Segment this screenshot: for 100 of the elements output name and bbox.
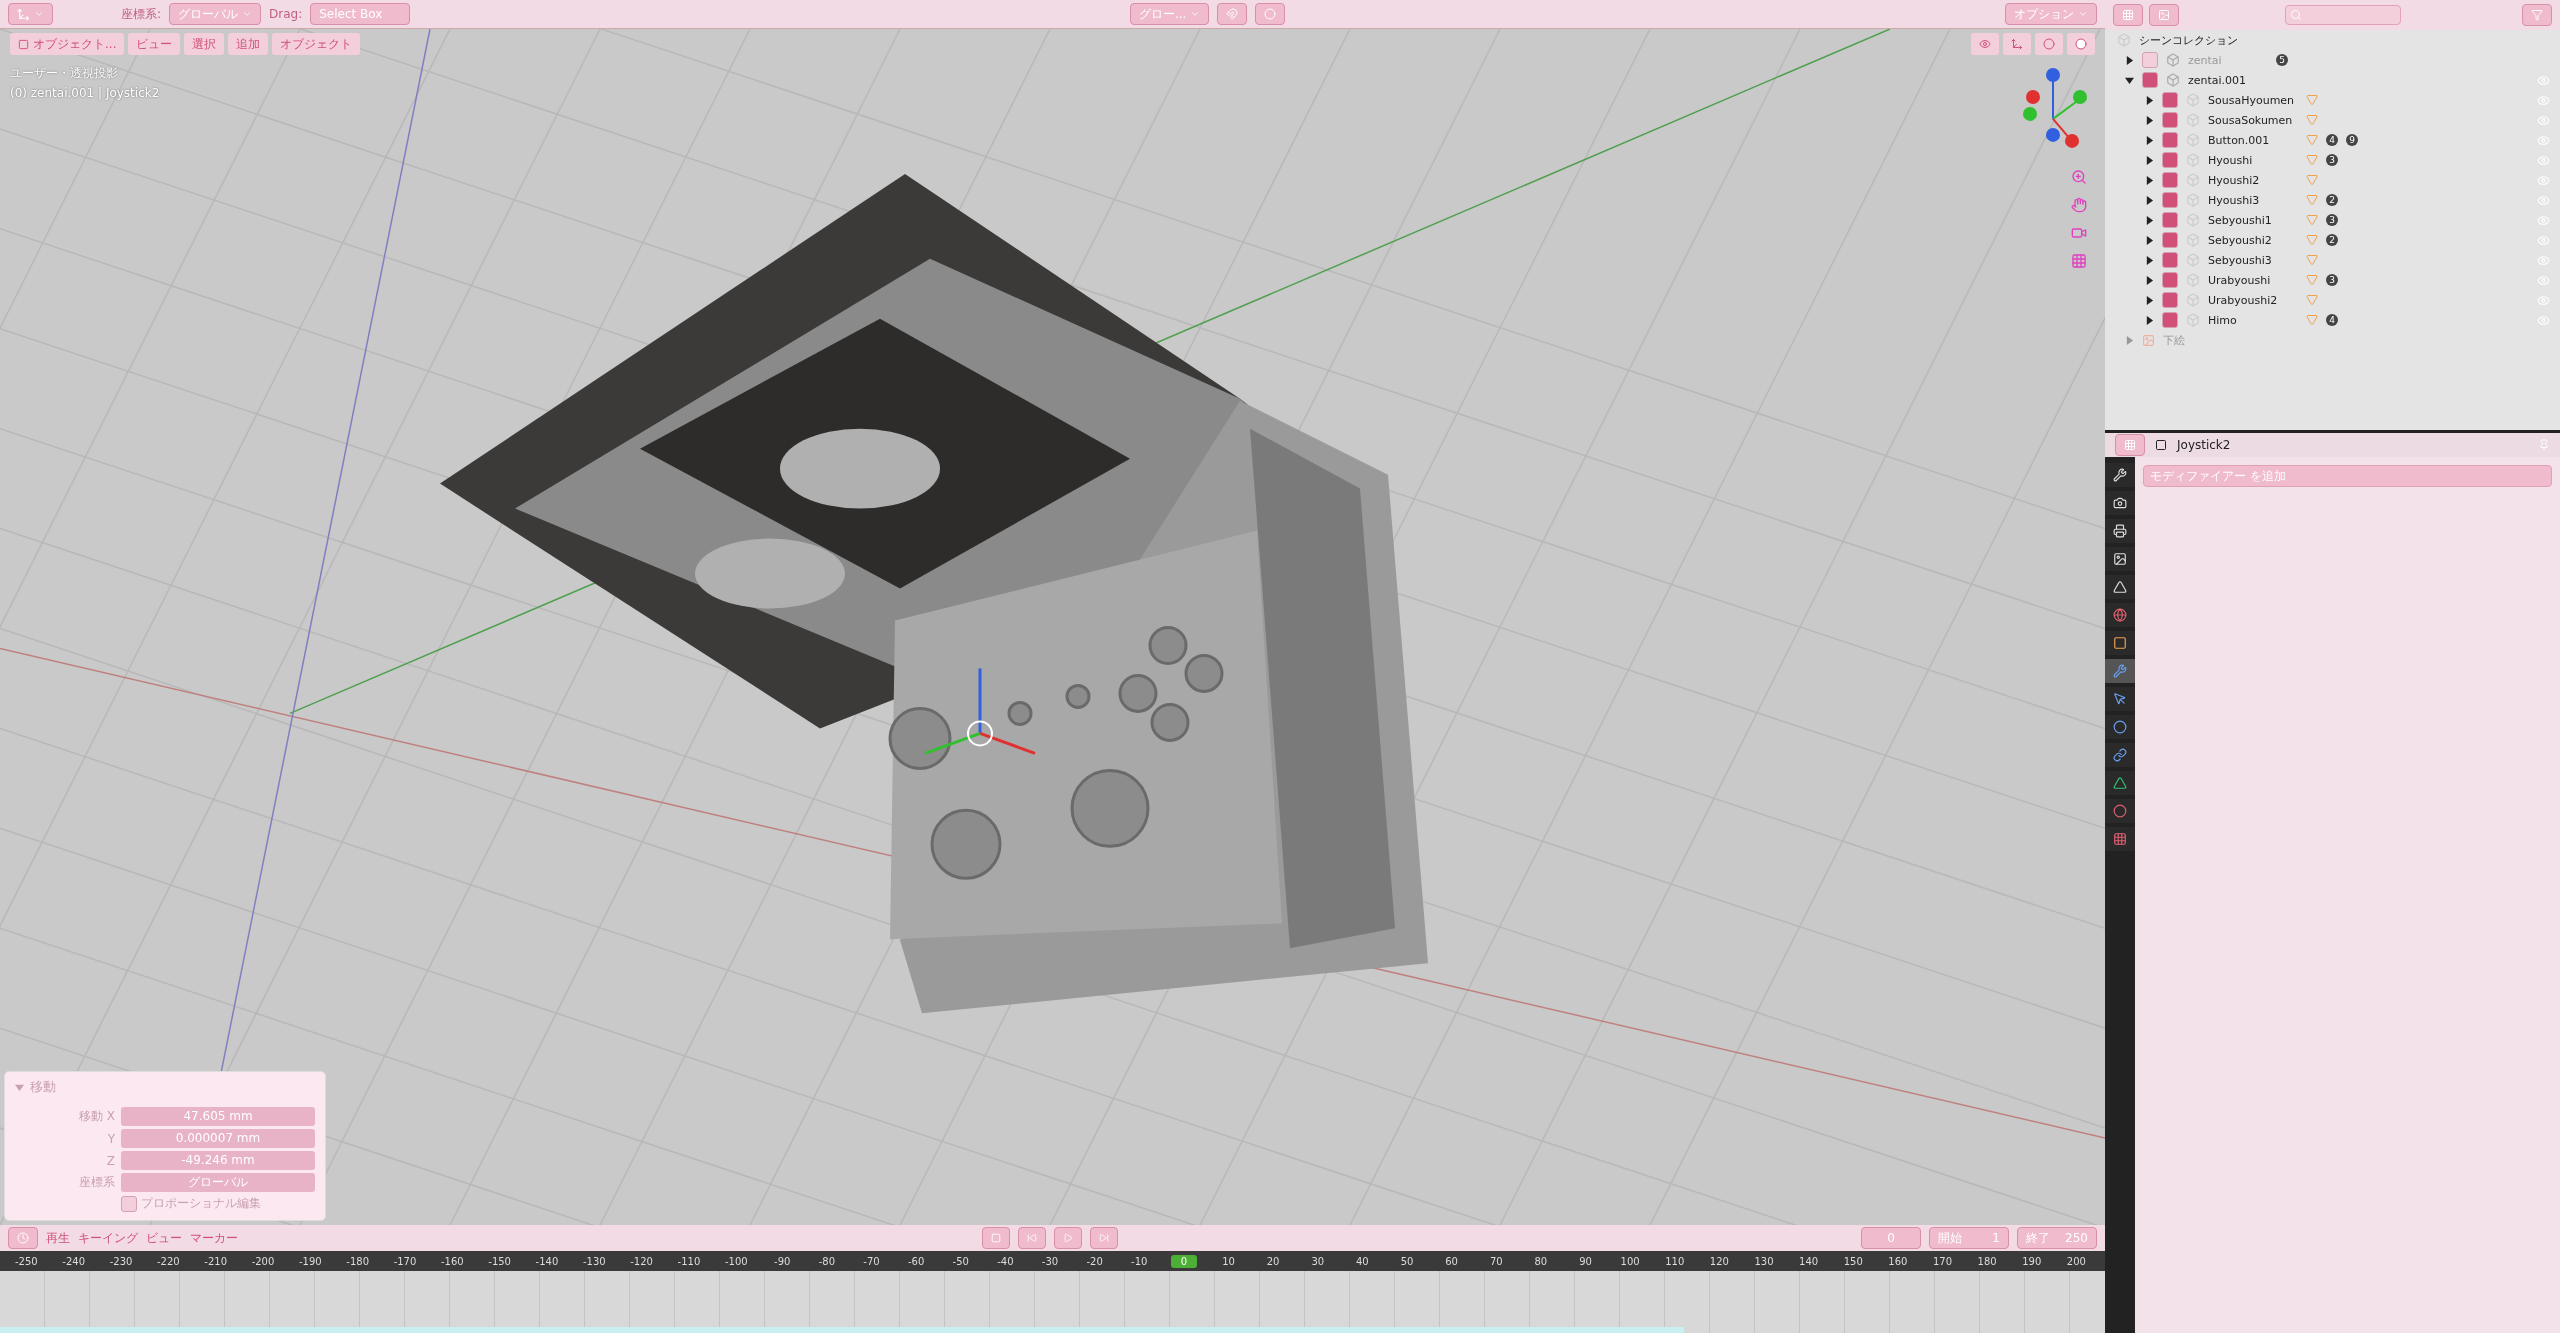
collection-name[interactable]: SousaHyoumen	[2208, 93, 2298, 107]
visibility-icon[interactable]	[2537, 313, 2550, 327]
visibility-icon[interactable]	[2537, 213, 2550, 227]
expand-arrow-icon[interactable]	[2125, 55, 2134, 65]
filter-mode-button[interactable]	[2149, 4, 2179, 26]
menu-item[interactable]: 追加	[228, 33, 269, 55]
collection-name[interactable]: Sebyoushi2	[2208, 233, 2298, 247]
view-layer-tab[interactable]	[2105, 547, 2135, 571]
visibility-icon[interactable]	[2537, 273, 2550, 287]
mode-dropdown[interactable]: オブジェクト...	[10, 33, 125, 55]
material-tab[interactable]	[2105, 799, 2135, 823]
menu-item[interactable]: オブジェクト	[272, 33, 361, 55]
data-tab[interactable]	[2105, 771, 2135, 795]
collection-checkbox[interactable]	[2162, 272, 2178, 288]
texture-tab[interactable]	[2105, 827, 2135, 851]
play-button[interactable]	[1053, 1227, 1082, 1249]
collection-name[interactable]: zentai.001	[2188, 73, 2268, 87]
shading-button[interactable]	[2067, 33, 2095, 55]
visibility-icon[interactable]	[2537, 113, 2550, 127]
collection-checkbox[interactable]	[2142, 52, 2158, 68]
collection-checkbox[interactable]	[2162, 292, 2178, 308]
editor-type-button[interactable]	[2115, 434, 2145, 456]
menu-item[interactable]: 再生	[46, 1229, 70, 1247]
menu-item[interactable]: ビュー	[146, 1229, 182, 1247]
grid-icon[interactable]	[2071, 253, 2087, 269]
collection-name[interactable]: zentai	[2188, 53, 2268, 67]
collapse-arrow-icon[interactable]	[2125, 75, 2134, 85]
visibility-icon[interactable]	[2537, 73, 2550, 87]
zoom-icon[interactable]	[2071, 169, 2087, 185]
menu-item[interactable]: ビュー	[128, 33, 181, 55]
visibility-icon[interactable]	[2537, 93, 2550, 107]
value-field[interactable]: -49.246 mm	[121, 1151, 315, 1170]
constraints-tab[interactable]	[2105, 743, 2135, 767]
menu-item[interactable]: キーイング	[78, 1229, 138, 1247]
collection-name[interactable]: Himo	[2208, 313, 2298, 327]
jump-start-button[interactable]	[1017, 1227, 1046, 1249]
tool-tab[interactable]	[2105, 463, 2135, 487]
pin-icon[interactable]	[2538, 439, 2550, 451]
visibility-icon[interactable]	[2537, 253, 2550, 267]
proportional-button[interactable]	[1255, 3, 1286, 25]
collection-name[interactable]: Hyoushi3	[2208, 193, 2298, 207]
physics-tab[interactable]	[2105, 715, 2135, 739]
output-tab[interactable]	[2105, 519, 2135, 543]
modifier-tab[interactable]	[2105, 659, 2135, 683]
timeline-track[interactable]	[0, 1271, 2105, 1333]
collection-checkbox[interactable]	[2162, 212, 2178, 228]
display-mode-button[interactable]	[2113, 4, 2143, 26]
current-frame-field[interactable]: 0	[1861, 1227, 1921, 1249]
collection-name[interactable]: Sebyoushi1	[2208, 213, 2298, 227]
transform-gizmo-icon[interactable]	[924, 668, 1036, 755]
editor-type-button[interactable]	[8, 3, 53, 25]
collection-checkbox[interactable]	[2162, 132, 2178, 148]
collection-checkbox[interactable]	[2162, 112, 2178, 128]
visibility-icon[interactable]	[2537, 193, 2550, 207]
collection-checkbox[interactable]	[2142, 72, 2158, 88]
jump-end-button[interactable]	[1089, 1227, 1118, 1249]
object-tab[interactable]	[2105, 631, 2135, 655]
visibility-icon[interactable]	[2537, 293, 2550, 307]
collection-checkbox[interactable]	[2162, 92, 2178, 108]
options-dropdown[interactable]: オプション	[2005, 3, 2097, 25]
filter-button[interactable]	[2522, 4, 2552, 26]
collection-checkbox[interactable]	[2162, 172, 2178, 188]
collection-name[interactable]: Hyoushi2	[2208, 173, 2298, 187]
drag-dropdown[interactable]: Select Box	[310, 3, 411, 25]
snap-button[interactable]	[1217, 3, 1248, 25]
visibility-icon[interactable]	[2537, 133, 2550, 147]
axis-gizmo-icon[interactable]	[2023, 67, 2087, 148]
scene-collection-name[interactable]: シーンコレクション	[2139, 32, 2238, 48]
overlay-button[interactable]	[2035, 33, 2063, 55]
search-field[interactable]	[2285, 5, 2401, 25]
end-frame-field[interactable]: 終了 250	[2017, 1227, 2097, 1249]
collection-name[interactable]: SousaSokumen	[2208, 113, 2298, 127]
collection-name[interactable]: Urabyoushi2	[2208, 293, 2298, 307]
visibility-icon[interactable]	[2537, 233, 2550, 247]
checkbox[interactable]	[121, 1195, 137, 1212]
collection-checkbox[interactable]	[2162, 252, 2178, 268]
coordinate-dropdown[interactable]: グローバル	[121, 1173, 315, 1192]
value-field[interactable]: 0.000007 mm	[121, 1129, 315, 1148]
start-frame-field[interactable]: 開始 1	[1929, 1227, 2009, 1249]
editor-type-button[interactable]	[8, 1227, 38, 1249]
menu-item[interactable]: マーカー	[190, 1229, 238, 1247]
camera-icon[interactable]	[2071, 225, 2087, 241]
collection-name[interactable]: Hyoushi	[2208, 153, 2298, 167]
render-tab[interactable]	[2105, 491, 2135, 515]
collection-checkbox[interactable]	[2162, 312, 2178, 328]
collection-checkbox[interactable]	[2162, 192, 2178, 208]
collection-checkbox[interactable]	[2162, 152, 2178, 168]
menu-item[interactable]: 選択	[184, 33, 225, 55]
hand-icon[interactable]	[2071, 197, 2087, 213]
collection-name[interactable]: Urabyoushi	[2208, 273, 2298, 287]
object-name[interactable]: 下絵	[2163, 332, 2185, 348]
visibility-button[interactable]	[1971, 33, 1999, 55]
stop-button[interactable]	[981, 1227, 1010, 1249]
gizmo-button[interactable]	[2003, 33, 2031, 55]
particles-tab[interactable]	[2105, 687, 2135, 711]
collection-name[interactable]: Sebyoushi3	[2208, 253, 2298, 267]
scene-tab[interactable]	[2105, 575, 2135, 599]
value-field[interactable]: 47.605 mm	[121, 1107, 315, 1126]
world-tab[interactable]	[2105, 603, 2135, 627]
collection-name[interactable]: Button.001	[2208, 133, 2298, 147]
